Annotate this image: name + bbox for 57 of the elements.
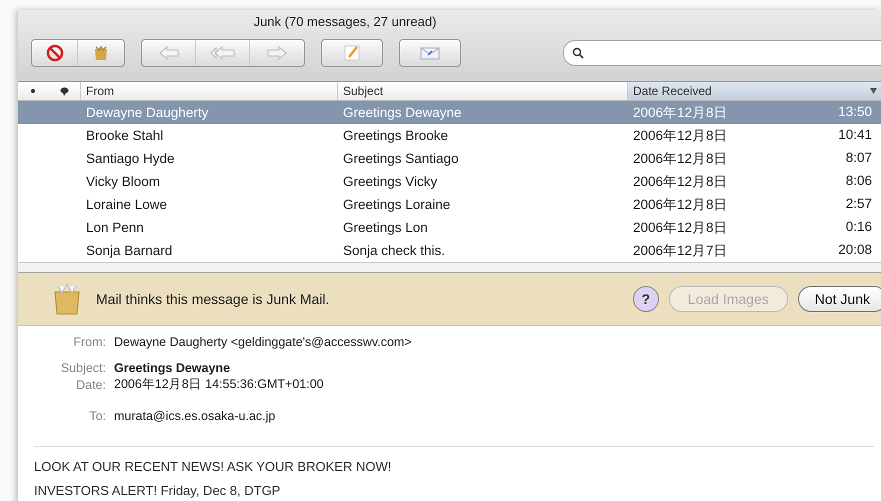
- body-text: INVESTORS ALERT! Friday, Dec 8, DTGP: [34, 482, 282, 500]
- sort-arrow-icon: [870, 88, 877, 94]
- sender-name: Lon Penn: [86, 220, 144, 235]
- date-text: 2006年12月7日: [633, 242, 728, 260]
- sender-name: Sonja Barnard: [86, 243, 172, 258]
- unread-dot-icon[interactable]: [31, 89, 35, 93]
- column-header[interactable]: From: [80, 82, 337, 100]
- junk-message: Mail thinks this message is Junk Mail.: [96, 291, 330, 307]
- header-label: From:: [72, 334, 107, 348]
- sender-name: Loraine Lowe: [86, 197, 168, 212]
- header-value: Greetings Dewayne: [114, 360, 230, 374]
- subject-text: Sonja check this.: [343, 243, 446, 258]
- subject-text: Greetings Brooke: [343, 128, 448, 143]
- message-row[interactable]: Lon Penn Greetings Lon 2006年12月8日 0:16: [18, 216, 881, 239]
- date-text: 2006年12月8日: [633, 150, 728, 168]
- pane-splitter[interactable]: [18, 262, 881, 273]
- search-icon: [572, 47, 584, 59]
- time-text: 13:50: [838, 104, 872, 120]
- date-text: 2006年12月8日: [633, 196, 728, 214]
- subject-text: Greetings Dewayne: [343, 105, 462, 120]
- message-row[interactable]: Brooke Stahl Greetings Brooke 2006年12月8日 10:41: [18, 124, 881, 147]
- message-row[interactable]: Sonja Barnard Sonja check this. 2006年12月7日 20:08: [18, 239, 881, 262]
- date-text: 2006年12月8日: [633, 172, 728, 190]
- search-field[interactable]: [563, 40, 881, 66]
- header-value: 2006年12月8日 14:55:36:GMT+01:00: [114, 376, 324, 393]
- header-value: Dewayne Daugherty <geldinggate's@accesswv.com>: [114, 334, 412, 348]
- column-header[interactable]: Date Received: [627, 82, 881, 100]
- speech-bubble-icon[interactable]: [60, 86, 68, 96]
- time-text: 20:08: [838, 242, 872, 258]
- subject-text: Greetings Loraine: [343, 197, 450, 212]
- header-label: Date:: [75, 378, 107, 392]
- sender-name: Dewayne Daugherty: [86, 105, 208, 120]
- date-text: 2006年12月8日: [633, 126, 728, 144]
- sender-name: Vicky Bloom: [86, 174, 160, 189]
- banner-button[interactable]: Not Junk: [798, 286, 881, 312]
- sender-name: Santiago Hyde: [86, 151, 175, 166]
- body-text: LOOK AT OUR RECENT NEWS! ASK YOUR BROKER NOW!: [34, 458, 392, 476]
- time-text: 2:57: [846, 196, 872, 212]
- time-text: 8:06: [846, 172, 872, 190]
- date-text: 2006年12月8日: [633, 218, 728, 236]
- time-text: 8:07: [846, 150, 872, 166]
- time-text: 10:41: [838, 126, 872, 144]
- window-title: Junk (70 messages, 27 unread): [252, 13, 438, 29]
- header-value: murata@ics.es.osaka-u.ac.jp: [114, 408, 276, 422]
- date-text: 2006年12月8日: [633, 104, 728, 122]
- junk-bag-icon: [52, 282, 82, 316]
- header-label: To:: [88, 408, 107, 422]
- help-button[interactable]: ?: [632, 286, 659, 312]
- subject-text: Greetings Santiago: [343, 151, 459, 166]
- subject-text: Greetings Vicky: [343, 174, 438, 189]
- subject-text: Greetings Lon: [343, 220, 428, 235]
- message-row[interactable]: Santiago Hyde Greetings Santiago 2006年12月8日 8:07: [18, 147, 881, 170]
- time-text: 0:16: [846, 218, 872, 236]
- message-row[interactable]: Loraine Lowe Greetings Loraine 2006年12月8日 2:57: [18, 193, 881, 216]
- message-row[interactable]: Vicky Bloom Greetings Vicky 2006年12月8日 8:06: [18, 170, 881, 193]
- sender-name: Brooke Stahl: [86, 128, 164, 143]
- header-label: Subject:: [60, 360, 107, 374]
